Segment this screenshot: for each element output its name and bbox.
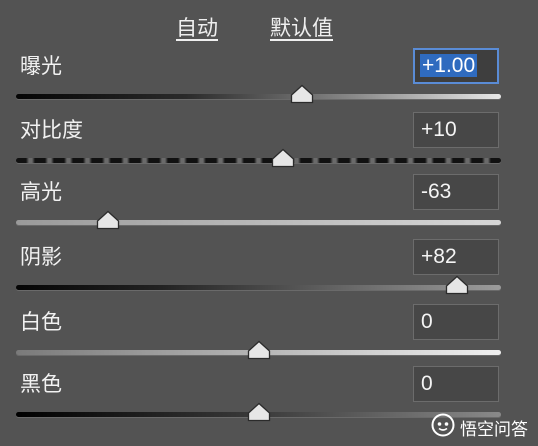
contrast-value: +10 bbox=[421, 118, 457, 141]
shadows-value-field[interactable]: +82 bbox=[413, 239, 499, 275]
watermark: 悟空问答 bbox=[431, 413, 528, 442]
exposure-slider-thumb[interactable] bbox=[290, 84, 314, 104]
whites-slider-thumb[interactable] bbox=[247, 340, 271, 360]
auto-button[interactable]: 自动 bbox=[176, 12, 218, 42]
exposure-label: 曝光 bbox=[20, 54, 62, 78]
highlights-value-field[interactable]: -63 bbox=[413, 174, 499, 210]
slider-row-exposure: 曝光 +1.00 bbox=[0, 48, 538, 116]
shadows-track[interactable] bbox=[16, 285, 501, 290]
shadows-slider-thumb[interactable] bbox=[445, 275, 469, 295]
contrast-value-field[interactable]: +10 bbox=[413, 112, 499, 148]
exposure-track[interactable] bbox=[16, 94, 501, 99]
adjust-header: 自动 默认值 bbox=[0, 12, 538, 42]
whites-value: 0 bbox=[421, 310, 433, 333]
defaults-button[interactable]: 默认值 bbox=[270, 12, 333, 42]
contrast-label: 对比度 bbox=[20, 118, 83, 142]
watermark-text: 悟空问答 bbox=[460, 419, 528, 440]
slider-row-contrast: 对比度 +10 bbox=[0, 112, 538, 180]
slider-row-whites: 白色 0 bbox=[0, 304, 538, 372]
contrast-slider-thumb[interactable] bbox=[271, 148, 295, 168]
highlights-value: -63 bbox=[421, 180, 452, 203]
contrast-track[interactable] bbox=[16, 158, 501, 163]
blacks-value-field[interactable]: 0 bbox=[413, 366, 499, 402]
highlights-track[interactable] bbox=[16, 220, 501, 225]
blacks-label: 黑色 bbox=[20, 372, 62, 396]
shadows-value: +82 bbox=[421, 245, 457, 268]
whites-label: 白色 bbox=[20, 310, 62, 334]
slider-row-highlights: 高光 -63 bbox=[0, 174, 538, 242]
exposure-value-field[interactable]: +1.00 bbox=[413, 48, 499, 84]
highlights-label: 高光 bbox=[20, 180, 62, 204]
shadows-label: 阴影 bbox=[20, 245, 62, 269]
highlights-slider-thumb[interactable] bbox=[96, 210, 120, 230]
blacks-slider-thumb[interactable] bbox=[247, 402, 271, 422]
wukong-logo-icon bbox=[431, 413, 455, 442]
exposure-value: +1.00 bbox=[420, 54, 478, 77]
whites-value-field[interactable]: 0 bbox=[413, 304, 499, 340]
blacks-value: 0 bbox=[421, 372, 433, 395]
slider-row-shadows: 阴影 +82 bbox=[0, 239, 538, 307]
